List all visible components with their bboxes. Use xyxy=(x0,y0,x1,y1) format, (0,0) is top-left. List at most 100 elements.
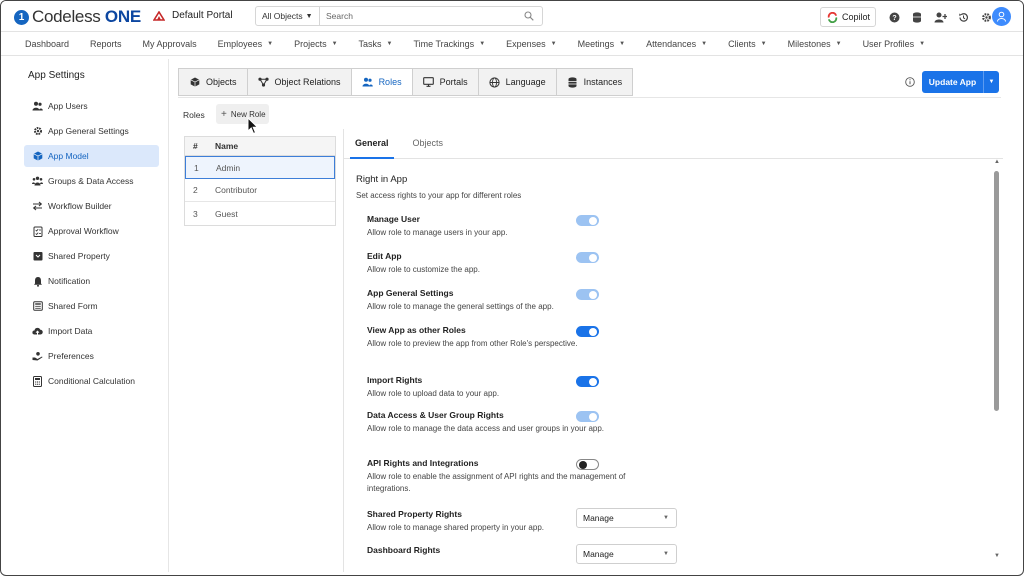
role-name: Contributor xyxy=(215,185,258,195)
monitor-icon xyxy=(422,77,434,88)
nav-item-my-approvals[interactable]: My Approvals xyxy=(143,39,197,49)
history-icon[interactable] xyxy=(955,9,971,25)
select-value: Manage xyxy=(583,549,614,559)
gear-icon xyxy=(32,126,43,137)
scroll-thumb[interactable] xyxy=(994,171,999,411)
logo-text: Codeless xyxy=(32,7,101,26)
help-icon[interactable]: ? xyxy=(886,9,902,25)
nav-item-attendances[interactable]: Attendances ▼ xyxy=(646,39,707,49)
nav-item-projects[interactable]: Projects ▼ xyxy=(294,39,337,49)
toggle-edit-app[interactable] xyxy=(576,252,599,263)
scroll-up-icon[interactable]: ▲ xyxy=(993,159,1001,167)
tab-roles[interactable]: Roles xyxy=(351,69,413,95)
role-name: Guest xyxy=(215,208,238,219)
update-app-button[interactable]: Update App ▼ xyxy=(922,71,999,93)
permission-description: Allow role to enable the assignment of A… xyxy=(367,472,626,493)
tab-object-relations[interactable]: Object Relations xyxy=(247,69,352,95)
update-app-dropdown-icon[interactable]: ▼ xyxy=(983,71,999,93)
tab-language[interactable]: Language xyxy=(478,69,557,95)
divider xyxy=(178,97,1001,98)
panel-scrollbar[interactable]: ▲ ▼ xyxy=(993,159,1001,561)
tab-label: Portals xyxy=(439,77,468,87)
sidebar-item-label: Import Data xyxy=(48,326,93,336)
role-name: Admin xyxy=(216,162,241,173)
sidebar-item-app-model[interactable]: App Model xyxy=(24,145,159,167)
sidebar-item-approval-workflow[interactable]: Approval Workflow xyxy=(24,220,159,242)
chevron-down-icon: ▼ xyxy=(550,40,557,47)
new-role-button[interactable]: + New Role xyxy=(216,104,269,124)
copilot-button[interactable]: Copilot xyxy=(820,7,876,27)
nav-item-employees[interactable]: Employees ▼ xyxy=(218,39,273,49)
toggle-view-app-as-other-roles[interactable] xyxy=(576,326,599,337)
tab-instances[interactable]: Instances xyxy=(556,69,633,95)
table-row[interactable]: 2 Contributor xyxy=(185,179,335,202)
sidebar-item-shared-property[interactable]: Shared Property xyxy=(24,245,159,267)
database-icon[interactable] xyxy=(909,9,925,25)
toggle-import-rights[interactable] xyxy=(576,376,599,387)
checklist-icon xyxy=(32,226,43,237)
svg-text:?: ? xyxy=(892,15,896,22)
nav-item-label: Expenses xyxy=(506,38,546,49)
tab-general[interactable]: General xyxy=(350,128,394,159)
sidebar-item-conditional-calculation[interactable]: Conditional Calculation xyxy=(24,370,159,392)
tab-label: Objects xyxy=(206,77,237,87)
chevron-down-icon: ▼ xyxy=(919,40,926,47)
add-user-icon[interactable] xyxy=(932,9,948,25)
search-icon[interactable] xyxy=(521,11,537,21)
nav-item-time-trackings[interactable]: Time Trackings ▼ xyxy=(414,39,486,49)
sidebar-item-notification[interactable]: Notification xyxy=(24,270,159,292)
column-header-number: # xyxy=(193,141,198,151)
permission-description: Allow role to manage the data access and… xyxy=(367,424,605,433)
toggle-data-access-user-group-rights[interactable] xyxy=(576,411,599,422)
module-nav: Dashboard Reports My Approvals Employees ▼ Pr… xyxy=(1,32,1023,56)
nav-item-user-profiles[interactable]: User Profiles ▼ xyxy=(863,39,925,49)
avatar[interactable] xyxy=(992,7,1011,26)
logo[interactable]: 1 Codeless ONE xyxy=(14,7,141,26)
sidebar-item-app-users[interactable]: App Users xyxy=(24,95,159,117)
nav-item-dashboard[interactable]: Dashboard xyxy=(25,39,69,49)
nav-item-expenses[interactable]: Expenses ▼ xyxy=(506,39,556,49)
search-scope-dropdown[interactable]: All Objects ▼ xyxy=(256,7,320,25)
sidebar-item-workflow-builder[interactable]: Workflow Builder xyxy=(24,195,159,217)
tab-label: Roles xyxy=(378,77,402,87)
scroll-down-icon[interactable]: ▼ xyxy=(993,553,1001,561)
portal-selector[interactable]: Default Portal xyxy=(153,10,233,21)
permission-description: Allow role to preview the app from other… xyxy=(367,339,578,348)
sidebar-item-label: Conditional Calculation xyxy=(48,376,135,386)
sidebar-item-import-data[interactable]: Import Data xyxy=(24,320,159,342)
sidebar-item-preferences[interactable]: Preferences xyxy=(24,345,159,367)
toggle-api-rights-and-integrations[interactable] xyxy=(576,459,599,470)
nav-item-tasks[interactable]: Tasks ▼ xyxy=(359,39,393,49)
sidebar-title: App Settings xyxy=(28,70,85,81)
users-icon xyxy=(32,101,43,112)
toggle-manage-user[interactable] xyxy=(576,215,599,226)
table-row[interactable]: 1 Admin xyxy=(185,156,335,179)
tab-objects[interactable]: Objects xyxy=(408,128,449,158)
select-shared-property-rights[interactable]: Manage ▼ xyxy=(576,508,677,528)
roles-label: Roles xyxy=(183,110,205,120)
sidebar-item-app-general-settings[interactable]: App General Settings xyxy=(24,120,159,142)
sidebar-item-shared-form[interactable]: Shared Form xyxy=(24,295,159,317)
toggle-knob xyxy=(589,412,597,421)
nav-item-reports[interactable]: Reports xyxy=(90,39,122,49)
sidebar-list: App Users App General Settings App Model Gr… xyxy=(24,95,159,395)
sidebar-item-groups-data-access[interactable]: Groups & Data Access xyxy=(24,170,159,192)
table-row[interactable]: 3 Guest xyxy=(185,202,335,225)
select-dashboard-rights[interactable]: Manage ▼ xyxy=(576,544,677,564)
chevron-down-icon: ▼ xyxy=(663,551,669,557)
nav-item-meetings[interactable]: Meetings ▼ xyxy=(578,39,625,49)
update-app-label: Update App xyxy=(928,77,977,87)
nav-item-milestones[interactable]: Milestones ▼ xyxy=(788,39,842,49)
sidebar-item-label: Groups & Data Access xyxy=(48,176,134,186)
role-detail-panel: General Objects Right in App Set access r… xyxy=(343,129,1003,572)
toggle-app-general-settings[interactable] xyxy=(576,289,599,300)
cube-icon xyxy=(189,77,200,88)
tab-portals[interactable]: Portals xyxy=(412,69,479,95)
search-input[interactable] xyxy=(320,11,521,21)
info-icon[interactable] xyxy=(905,77,915,87)
nav-item-clients[interactable]: Clients ▼ xyxy=(728,39,766,49)
tab-objects[interactable]: Objects xyxy=(179,69,248,95)
shared-property-icon xyxy=(32,251,43,262)
chevron-down-icon: ▼ xyxy=(701,40,708,47)
chevron-down-icon: ▼ xyxy=(386,40,393,47)
